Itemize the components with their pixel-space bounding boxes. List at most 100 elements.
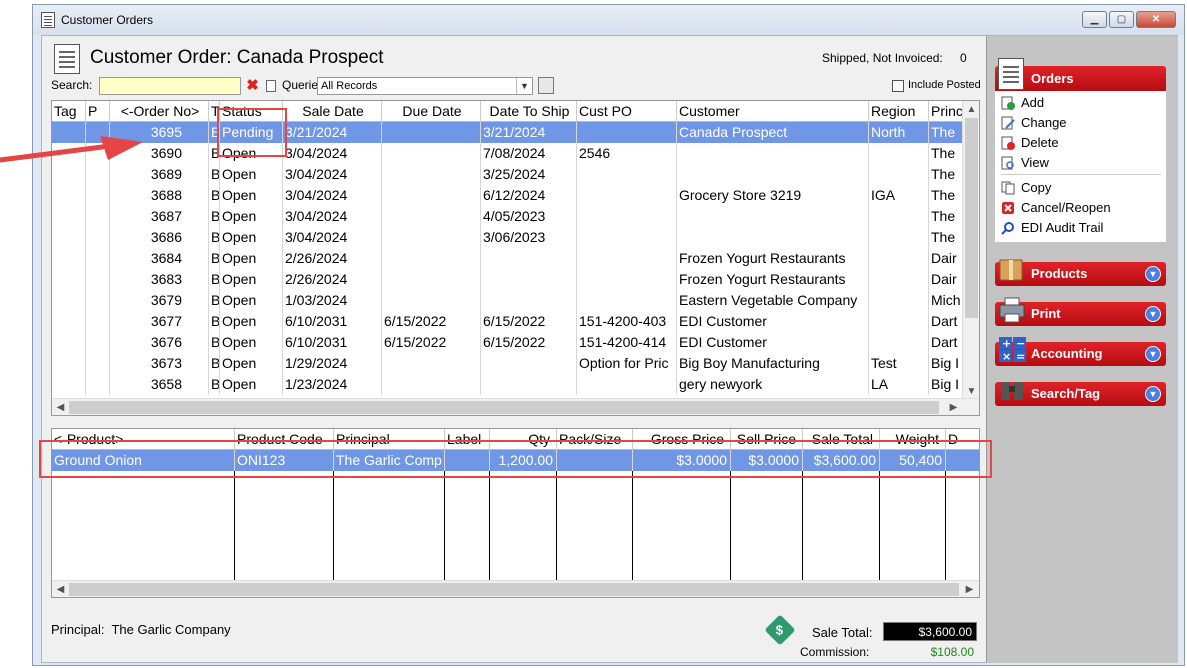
scroll-thumb[interactable] (69, 401, 939, 414)
close-button[interactable]: ✕ (1136, 11, 1176, 28)
table-cell (869, 269, 929, 290)
orders-vertical-scrollbar[interactable]: ▲ ▼ (962, 101, 979, 400)
save-query-icon[interactable] (538, 77, 554, 94)
table-cell: Big I (929, 353, 964, 374)
table-cell: B (209, 164, 220, 185)
table-cell: 3679 (110, 290, 209, 311)
scroll-right-icon[interactable]: ▶ (946, 400, 961, 415)
maximize-button[interactable]: ▢ (1109, 11, 1134, 28)
table-cell: 3/04/2024 (283, 185, 382, 206)
products-section[interactable]: Products ▼ (995, 259, 1166, 286)
table-row[interactable]: 3686 B Open 3/04/2024 3/06/2023 The (52, 227, 979, 248)
queries-select[interactable]: All Records ▼ (317, 77, 533, 95)
product-row-highlight-box (39, 440, 992, 478)
scroll-up-icon[interactable]: ▲ (964, 102, 979, 117)
search-tag-section[interactable]: Search/Tag ▼ (995, 382, 1166, 406)
column-header[interactable]: Date To Ship (481, 101, 577, 122)
view-action[interactable]: View (1001, 153, 1049, 173)
minimize-button[interactable]: ▁ (1082, 11, 1107, 28)
table-cell: 6/15/2022 (382, 311, 481, 332)
table-cell (86, 311, 110, 332)
client-area: Customer Order: Canada Prospect Shipped,… (41, 35, 1178, 663)
column-header[interactable]: Cust PO (577, 101, 677, 122)
scroll-left-icon[interactable]: ◀ (53, 582, 68, 597)
column-header[interactable]: P (86, 101, 110, 122)
table-row[interactable]: 3687 B Open 3/04/2024 4/05/2023 The (52, 206, 979, 227)
table-cell (52, 311, 86, 332)
calculator-icon: + − × = (997, 336, 1027, 364)
table-cell (577, 185, 677, 206)
cancel-reopen-action[interactable]: Cancel/Reopen (1001, 198, 1111, 218)
table-cell: Open (220, 164, 283, 185)
column-header[interactable]: Tag (52, 101, 86, 122)
table-cell: 3658 (110, 374, 209, 395)
shipped-not-invoiced-label: Shipped, Not Invoiced: (822, 51, 943, 65)
table-cell: B (209, 227, 220, 248)
table-cell: Open (220, 374, 283, 395)
add-action[interactable]: Add (1001, 93, 1044, 113)
table-cell (869, 248, 929, 269)
products-horizontal-scrollbar[interactable]: ◀ ▶ (52, 580, 979, 597)
table-cell: 4/05/2023 (481, 206, 577, 227)
orders-horizontal-scrollbar[interactable]: ◀ ▶ (52, 398, 979, 415)
column-header[interactable]: <-Order No> (110, 101, 209, 122)
edi-audit-trail-action[interactable]: EDI Audit Trail (1001, 218, 1103, 238)
table-row[interactable]: 3673 B Open 1/29/2024 Option for Pric Big Boy… (52, 353, 979, 374)
shipped-not-invoiced-value: 0 (960, 51, 967, 65)
column-header[interactable]: Region (869, 101, 929, 122)
task-sidebar: Orders Add Change Delete View Copy Cance… (986, 36, 1178, 663)
scroll-left-icon[interactable]: ◀ (53, 400, 68, 415)
table-row[interactable]: 3689 B Open 3/04/2024 3/25/2024 The (52, 164, 979, 185)
scroll-right-icon[interactable]: ▶ (962, 582, 977, 597)
table-row[interactable]: 3683 B Open 2/26/2024 Frozen Yogurt Restaura… (52, 269, 979, 290)
table-row[interactable]: 3684 B Open 2/26/2024 Frozen Yogurt Restaura… (52, 248, 979, 269)
page-title: Customer Order: Canada Prospect (90, 47, 384, 68)
delete-action[interactable]: Delete (1001, 133, 1059, 153)
include-posted-checkbox[interactable] (892, 80, 904, 92)
table-cell: 3688 (110, 185, 209, 206)
table-cell: 3673 (110, 353, 209, 374)
print-section-label: Print (1031, 306, 1061, 321)
table-row[interactable]: 3679 B Open 1/03/2024 Eastern Vegetable Comp… (52, 290, 979, 311)
table-cell: EDI Customer (677, 311, 869, 332)
chevron-down-icon[interactable]: ▼ (516, 78, 532, 94)
table-cell: Frozen Yogurt Restaurants (677, 248, 869, 269)
expand-chevron-icon[interactable]: ▼ (1145, 306, 1161, 322)
table-cell: 6/10/2031 (283, 332, 382, 353)
table-cell: gery newyork (677, 374, 869, 395)
column-header[interactable]: Sale Date (283, 101, 382, 122)
table-cell (382, 374, 481, 395)
divider (1001, 174, 1161, 175)
table-row[interactable]: 3690 B Open 3/04/2024 7/08/2024 2546 The (52, 143, 979, 164)
column-header[interactable]: Customer (677, 101, 869, 122)
table-row[interactable]: 3658 B Open 1/23/2024 gery newyork LA Big I (52, 374, 979, 395)
accounting-section[interactable]: + − × = Accounting ▼ (995, 337, 1166, 366)
table-cell (481, 269, 577, 290)
table-cell: Open (220, 248, 283, 269)
scroll-thumb[interactable] (965, 118, 978, 318)
svg-text:−: − (1016, 337, 1025, 350)
copy-action[interactable]: Copy (1001, 178, 1051, 198)
table-row[interactable]: 3688 B Open 3/04/2024 6/12/2024 Grocery Store… (52, 185, 979, 206)
table-row[interactable]: 3676 B Open 6/10/2031 6/15/2022 6/15/2022 151-… (52, 332, 979, 353)
expand-chevron-icon[interactable]: ▼ (1145, 346, 1161, 362)
print-section[interactable]: Print ▼ (995, 297, 1166, 326)
expand-chevron-icon[interactable]: ▼ (1145, 386, 1161, 402)
table-row[interactable]: 3677 B Open 6/10/2031 6/15/2022 6/15/2022 151-… (52, 311, 979, 332)
column-header[interactable]: Princ (929, 101, 964, 122)
search-input[interactable] (99, 77, 241, 95)
table-cell (869, 290, 929, 311)
expand-chevron-icon[interactable]: ▼ (1145, 266, 1161, 282)
orders-grid[interactable]: Tag P <-Order No> T Status Sale Date Due Date D… (51, 100, 980, 416)
column-header[interactable]: Due Date (382, 101, 481, 122)
table-cell (86, 227, 110, 248)
delete-icon (1001, 136, 1015, 150)
table-cell (481, 290, 577, 311)
clear-search-icon[interactable]: ✖ (245, 77, 260, 94)
table-row[interactable]: 3695 E Pending 3/21/2024 3/21/2024 Canada Pro… (52, 122, 979, 143)
table-cell (52, 332, 86, 353)
table-cell: IGA (869, 185, 929, 206)
scroll-down-icon[interactable]: ▼ (964, 384, 979, 399)
change-action[interactable]: Change (1001, 113, 1067, 133)
scroll-thumb[interactable] (69, 583, 959, 596)
